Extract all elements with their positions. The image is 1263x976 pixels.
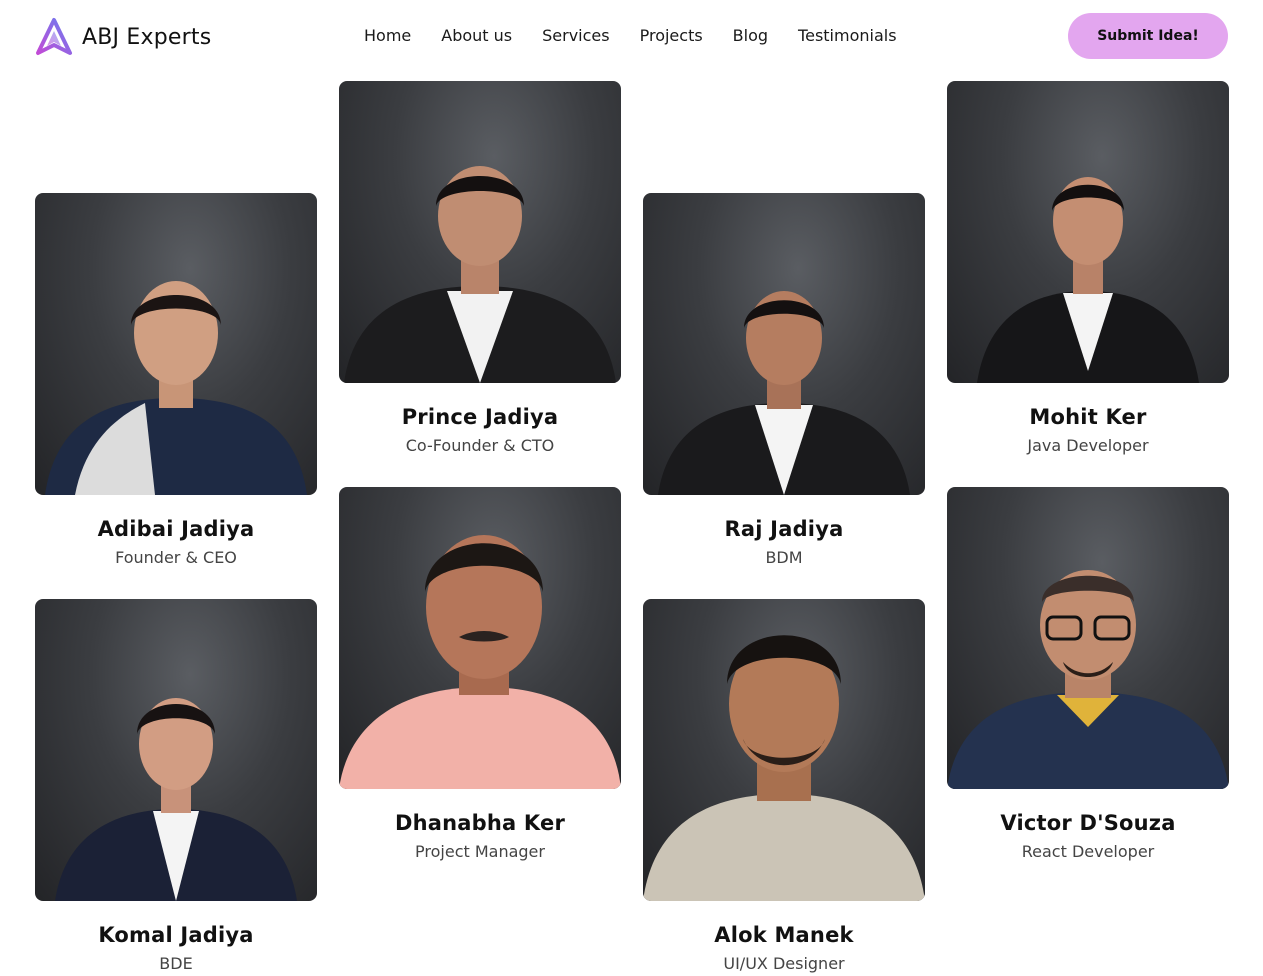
team-photo: [947, 487, 1229, 789]
nav-services[interactable]: Services: [542, 26, 609, 45]
team-photo: [339, 487, 621, 789]
team-name: Mohit Ker: [1029, 405, 1147, 429]
team-card-raj[interactable]: Raj Jadiya BDM: [643, 193, 925, 567]
brand-name: ABJ Experts: [82, 24, 212, 50]
team-name: Komal Jadiya: [98, 923, 254, 947]
person-portrait-icon: [658, 291, 910, 495]
submit-idea-button[interactable]: Submit Idea!: [1068, 13, 1228, 59]
nav-projects[interactable]: Projects: [640, 26, 703, 45]
person-portrait-icon: [55, 698, 297, 901]
team-role: BDE: [159, 954, 193, 973]
team-card-prince[interactable]: Prince Jadiya Co-Founder & CTO: [339, 81, 621, 455]
team-photo: [643, 599, 925, 901]
triangle-logo-icon: [36, 18, 72, 55]
team-photo: [947, 81, 1229, 383]
person-portrait-icon: [947, 570, 1229, 789]
person-portrait-icon: [344, 166, 616, 383]
nav-testimonials[interactable]: Testimonials: [798, 26, 897, 45]
brand-logo[interactable]: ABJ Experts: [34, 17, 211, 57]
main-nav: Home About us Services Projects Blog Tes…: [364, 26, 897, 45]
person-portrait-icon: [45, 281, 307, 495]
team-role: BDM: [765, 548, 803, 567]
person-portrait-icon: [977, 177, 1199, 383]
team-card-victor[interactable]: Victor D'Souza React Developer: [947, 487, 1229, 861]
person-portrait-icon: [643, 635, 925, 901]
team-role: UI/UX Designer: [723, 954, 845, 973]
team-card-komal[interactable]: Komal Jadiya BDE: [35, 599, 317, 973]
team-role: Project Manager: [415, 842, 545, 861]
team-name: Victor D'Souza: [1000, 811, 1176, 835]
team-name: Dhanabha Ker: [394, 811, 566, 835]
team-card-mohit[interactable]: Mohit Ker Java Developer: [947, 81, 1229, 455]
team-name: Raj Jadiya: [724, 517, 844, 541]
team-card-dhanabha[interactable]: Dhanabha Ker Project Manager: [339, 487, 621, 861]
team-role: Founder & CEO: [115, 548, 237, 567]
team-role: Java Developer: [1027, 436, 1149, 455]
team-name: Adibai Jadiya: [97, 517, 255, 541]
nav-about-us[interactable]: About us: [441, 26, 512, 45]
team-card-adibai[interactable]: Adibai Jadiya Founder & CEO: [35, 193, 317, 567]
team-photo: [35, 193, 317, 495]
nav-blog[interactable]: Blog: [733, 26, 768, 45]
nav-home[interactable]: Home: [364, 26, 411, 45]
person-portrait-icon: [339, 535, 621, 789]
team-photo: [339, 81, 621, 383]
team-role: Co-Founder & CTO: [405, 436, 555, 455]
team-name: Alok Manek: [714, 923, 854, 947]
team-name: Prince Jadiya: [401, 405, 559, 429]
team-photo: [35, 599, 317, 901]
team-card-alok[interactable]: Alok Manek UI/UX Designer: [643, 599, 925, 973]
team-role: React Developer: [1021, 842, 1155, 861]
team-photo: [643, 193, 925, 495]
